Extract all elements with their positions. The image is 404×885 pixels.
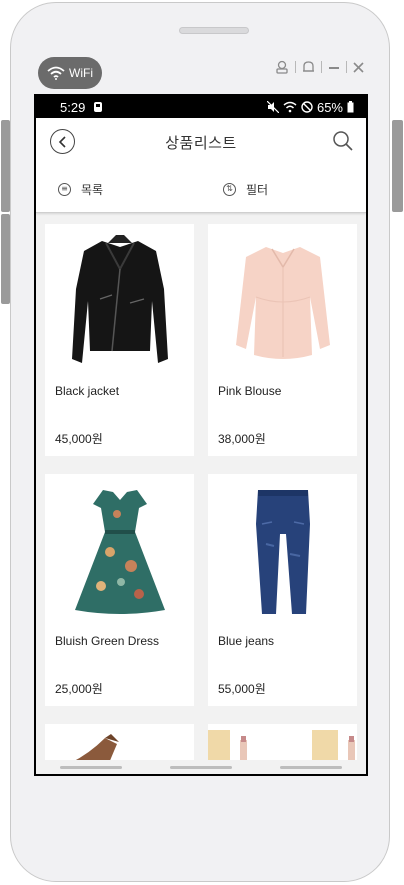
emulator-controls [275, 60, 364, 74]
product-name: Blue jeans [218, 634, 275, 648]
list-view-button[interactable]: ≡ 목록 [36, 181, 201, 198]
minimize-icon[interactable] [328, 61, 340, 73]
back-button[interactable] [50, 129, 75, 154]
close-icon[interactable] [353, 61, 364, 73]
battery-percent: 65% [316, 99, 343, 115]
product-image [208, 474, 357, 629]
status-bar: 5:29 65% [36, 96, 366, 118]
separator [295, 61, 296, 73]
product-name: Bluish Green Dress [55, 634, 160, 648]
separator [346, 61, 347, 73]
wifi-icon [47, 66, 65, 80]
phone-screen: 5:29 65% 상품리스트 ≡ 목록 ⇅ 필터 Black jacket 45… [34, 94, 368, 776]
blue-jeans-image [255, 490, 310, 614]
device-power-button [392, 120, 403, 212]
filter-button[interactable]: ⇅ 필터 [201, 181, 366, 198]
swap-icon: ⇅ [223, 182, 236, 196]
product-price: 25,000원 [55, 682, 103, 696]
device-speaker [179, 27, 249, 34]
do-not-disturb-icon [301, 101, 313, 113]
product-price: 55,000원 [218, 682, 266, 696]
device-side-button-upper [1, 120, 10, 212]
product-image [45, 224, 194, 379]
nav-gesture-home[interactable] [170, 765, 232, 769]
product-card[interactable]: Black jacket 45,000원 [45, 224, 194, 456]
nav-gesture-right[interactable] [280, 765, 342, 769]
product-price: 38,000원 [218, 432, 266, 446]
list-label: 목록 [81, 182, 104, 197]
filter-label: 필터 [246, 182, 269, 197]
nav-gesture-left[interactable] [60, 765, 122, 769]
wifi-label: WiFi [69, 66, 93, 80]
pink-blouse-image [235, 246, 330, 359]
product-price: 45,000원 [55, 432, 103, 446]
product-image [45, 474, 194, 629]
product-card[interactable]: Bluish Green Dress 25,000원 [45, 474, 194, 706]
list-icon: ≡ [58, 182, 71, 196]
device-side-button-lower [1, 214, 10, 304]
account-icon[interactable] [275, 60, 289, 74]
page-title: 상품리스트 [165, 133, 237, 152]
chevron-left-icon [58, 135, 66, 148]
bell-icon[interactable] [302, 60, 315, 74]
nav-bar [36, 760, 366, 774]
separator [321, 61, 322, 73]
black-jacket-image [71, 235, 168, 363]
product-card[interactable]: Blue jeans 55,000원 [208, 474, 357, 706]
product-grid: Black jacket 45,000원 Pink Blouse 38,000원 [45, 224, 359, 774]
product-card[interactable]: Pink Blouse 38,000원 [208, 224, 357, 456]
status-time: 5:29 [60, 99, 86, 115]
notification-icon [94, 102, 103, 112]
wifi-signal-icon [283, 101, 297, 113]
green-dress-image [74, 489, 165, 614]
product-image [208, 224, 357, 379]
mute-icon [266, 101, 279, 113]
product-name: Pink Blouse [218, 384, 282, 398]
product-name: Black jacket [55, 384, 120, 398]
wifi-toggle-button[interactable]: WiFi [38, 57, 102, 89]
list-toolbar: ≡ 목록 ⇅ 필터 [36, 166, 366, 213]
battery-icon [347, 101, 354, 113]
app-bar: 상품리스트 [36, 118, 366, 166]
search-icon[interactable] [332, 130, 354, 152]
